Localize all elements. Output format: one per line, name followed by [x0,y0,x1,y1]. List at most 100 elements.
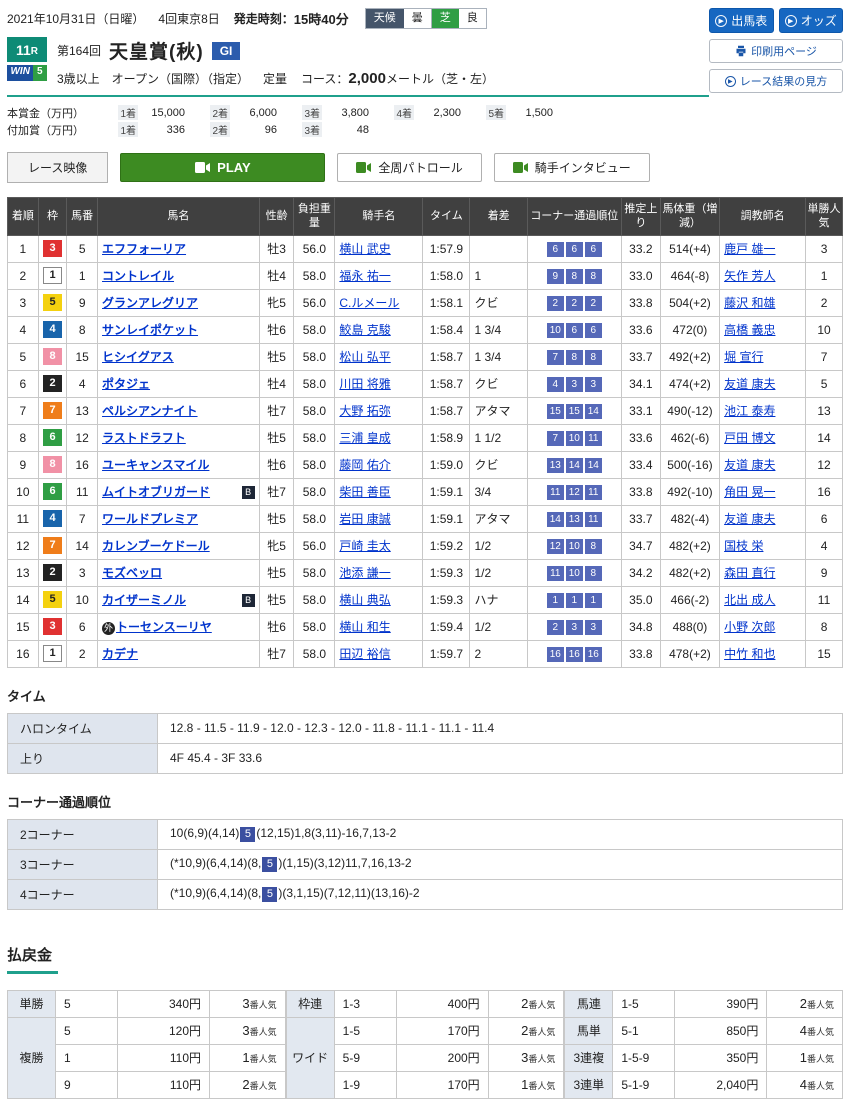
jockey-link[interactable]: 三浦 皇成 [339,431,390,445]
finish-position: 11 [8,505,39,532]
trainer-link[interactable]: 友道 康夫 [724,458,775,472]
jockey-link[interactable]: 柴田 善臣 [339,485,390,499]
carried-weight: 58.0 [294,343,335,370]
trainer-link[interactable]: 小野 次郎 [724,620,775,634]
prize-block: 本賞金（万円） 1着 15,000 2着 6,000 3着 [7,104,709,138]
bet-type-label: 3連複 [565,1044,613,1071]
jockey-link[interactable]: 横山 典弘 [339,593,390,607]
jockey-link[interactable]: 大野 拓弥 [339,404,390,418]
horse-name-link[interactable]: グランアレグリア [102,296,198,310]
trainer-link[interactable]: 高橋 義忠 [724,323,775,337]
horse-name-link[interactable]: モズベッロ [102,566,162,580]
horse-name-link[interactable]: サンレイポケット [102,323,198,337]
trainer-link[interactable]: 国枝 栄 [724,539,763,553]
prize-pair: 3着 48 [277,122,369,137]
popularity-number: 2 [800,996,807,1011]
payout-row: 3連複 1-5-9 350円 1番人気 [565,1044,843,1071]
corner-position-box: 10 [566,431,583,446]
horse-name-link[interactable]: エフフォーリア [102,242,186,256]
finish-position: 7 [8,397,39,424]
jockey-link[interactable]: 横山 和生 [339,620,390,634]
trainer-link[interactable]: 堀 宣行 [724,350,763,364]
patrol-video-button[interactable]: 全周パトロール [337,153,481,182]
popularity-suffix: 番人気 [528,1081,555,1091]
trainer-link[interactable]: 鹿戸 雄一 [724,242,775,256]
trainer-link[interactable]: 池江 泰寿 [724,404,775,418]
horse-name-link[interactable]: ペルシアンナイト [102,404,198,418]
trainer-link[interactable]: 北出 成人 [724,593,775,607]
horse-name-link[interactable]: カレンブーケドール [102,539,210,553]
payout-row: 3連単 5-1-9 2,040円 4番人気 [565,1071,843,1098]
bet-combination: 5-1 [613,1017,675,1044]
corner-position-box: 11 [585,485,602,500]
jockey-interview-button[interactable]: 騎手インタビュー [494,153,650,182]
prize-place: 2着 [210,105,230,120]
print-page-button[interactable]: 印刷用ページ [709,39,843,63]
foreign-bred-mark: 外 [102,622,115,635]
estimated-last-3f: 34.8 [621,613,660,640]
prize-place: 3着 [302,122,322,137]
trainer-link[interactable]: 友道 康夫 [724,512,775,526]
corner-position-box: 2 [566,296,583,311]
trainer-link[interactable]: 藤沢 和雄 [724,296,775,310]
popularity-suffix: 番人気 [807,1054,834,1064]
corner-position-box: 14 [566,458,583,473]
sex-age: 牡4 [259,370,294,397]
jockey-link[interactable]: 横山 武史 [339,242,390,256]
popularity-number: 1 [242,1050,249,1065]
horse-name-link[interactable]: コントレイル [102,269,174,283]
jockey-link[interactable]: 田辺 裕信 [339,647,390,661]
corner-position-box: 12 [566,485,583,500]
corner-position-box: 8 [585,539,602,554]
horse-name-link[interactable]: ヒシイグアス [102,350,174,364]
race-number: 11 [16,42,31,58]
corner-position-box: 6 [566,323,583,338]
horse-name-link[interactable]: トーセンスーリヤ [116,620,212,634]
horse-number: 4 [67,370,98,397]
horse-name-link[interactable]: ムイトオブリガード [102,485,210,499]
horse-name-link[interactable]: カデナ [102,647,138,661]
trainer-link[interactable]: 中竹 和也 [724,647,775,661]
play-button[interactable]: PLAY [120,153,325,182]
corner-position-box: 1 [566,593,583,608]
jockey-link[interactable]: 岩田 康誠 [339,512,390,526]
payout-amount: 2,040円 [675,1071,767,1098]
time-row: ハロンタイム 12.8 - 11.5 - 11.9 - 12.0 - 12.3 … [8,713,843,743]
payout-amount: 350円 [675,1044,767,1071]
jockey-link[interactable]: 鮫島 克駿 [339,323,390,337]
horse-name-cell: ユーキャンスマイル [98,451,260,478]
result-guide-button[interactable]: ▶ レース結果の見方 [709,69,843,93]
corner-position-box: 1 [547,593,564,608]
prize-place: 2着 [210,122,230,137]
jockey-link[interactable]: 川田 将雅 [339,377,390,391]
margin: 1 1/2 [470,424,527,451]
jockey-link[interactable]: 戸崎 圭太 [339,539,390,553]
estimated-last-3f: 33.0 [621,262,660,289]
horse-name-link[interactable]: ポタジェ [102,377,150,391]
trainer-link[interactable]: 森田 直行 [724,566,775,580]
horse-name-link[interactable]: ラストドラフト [102,431,186,445]
horse-number: 7 [67,505,98,532]
entries-button[interactable]: ▶ 出馬表 [709,8,774,33]
result-row: 15 3 6 外トーセンスーリヤ 牡6 58.0 横山 和生 1:59.4 1/… [8,613,843,640]
jockey-link[interactable]: 藤岡 佑介 [339,458,390,472]
jockey-cell: 松山 弘平 [335,343,423,370]
trainer-link[interactable]: 角田 晃一 [724,485,775,499]
jockey-link[interactable]: 池添 謙一 [339,566,390,580]
jockey-link[interactable]: C.ルメール [339,296,399,310]
payout-popularity: 2番人気 [767,990,843,1017]
sex-age: 牝5 [259,289,294,316]
horse-name-link[interactable]: カイザーミノル [102,593,186,607]
jockey-link[interactable]: 松山 弘平 [339,350,390,364]
odds-button[interactable]: ▶ オッズ [779,8,844,33]
horse-name-link[interactable]: ワールドプレミア [102,512,198,526]
column-header: 馬体重（増減） [660,198,719,236]
trainer-link[interactable]: 友道 康夫 [724,377,775,391]
corner-position-box: 15 [547,404,564,419]
horse-name-link[interactable]: ユーキャンスマイル [102,458,209,472]
trainer-link[interactable]: 矢作 芳人 [724,269,775,283]
jockey-link[interactable]: 福永 祐一 [339,269,390,283]
trainer-link[interactable]: 戸田 博文 [724,431,775,445]
payout-amount: 110円 [118,1071,210,1098]
corner-position-box: 3 [585,620,602,635]
